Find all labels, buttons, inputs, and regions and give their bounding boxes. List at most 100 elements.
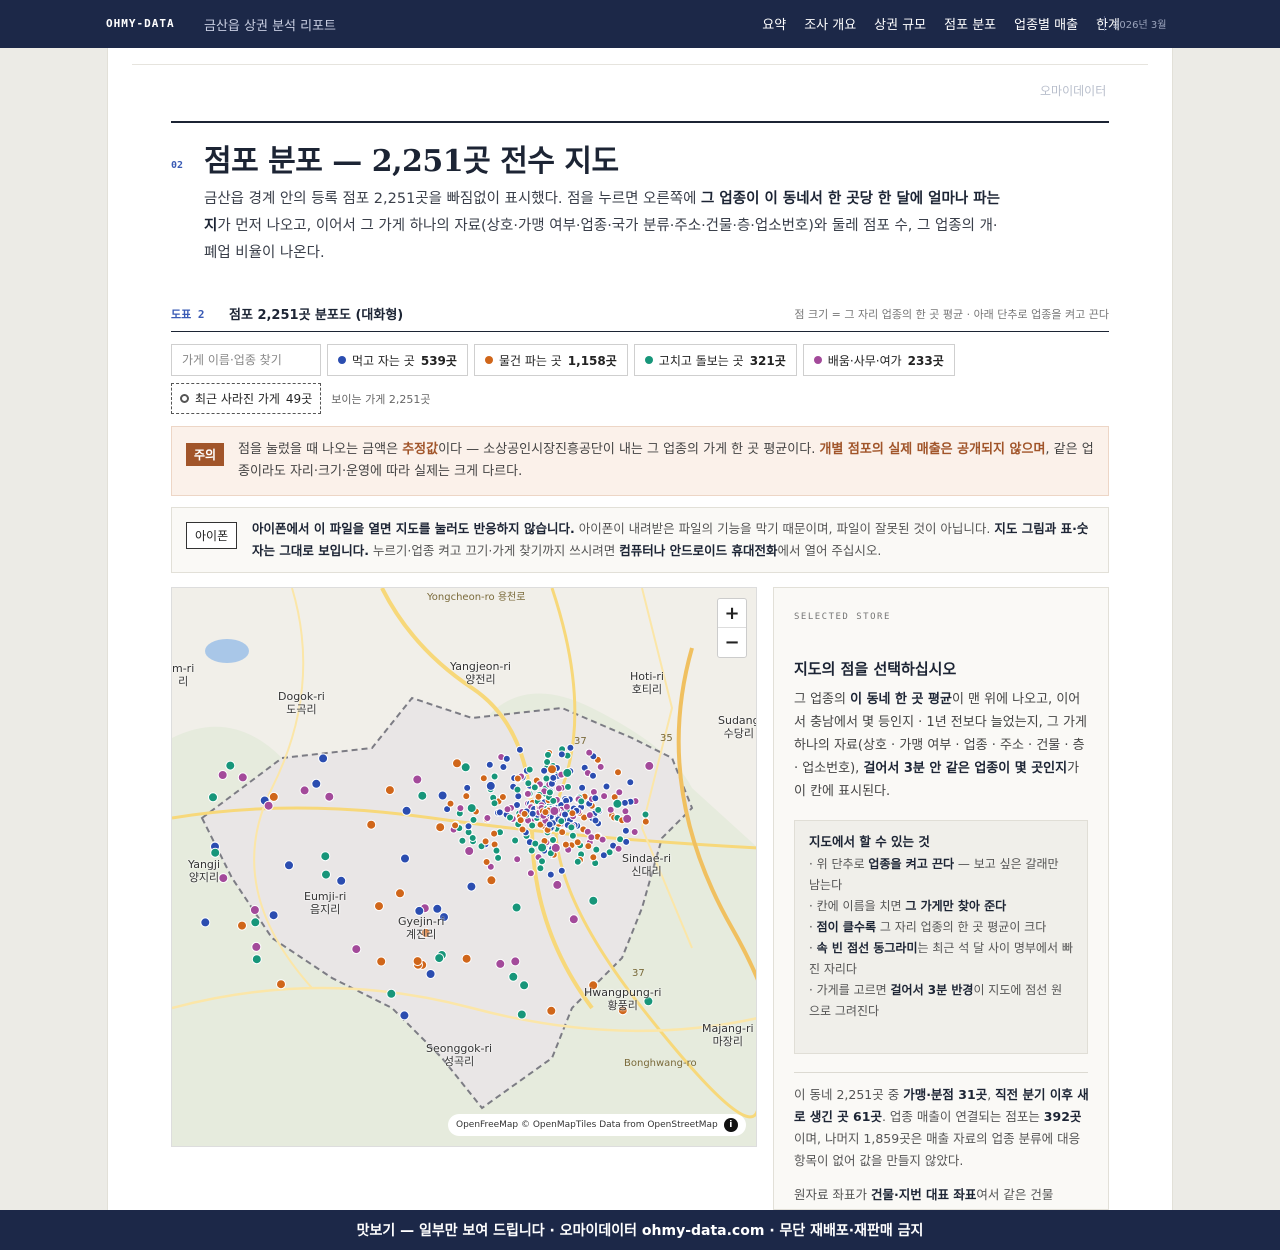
store-dot[interactable] [541,808,550,817]
store-dot[interactable] [508,971,519,982]
store-dot[interactable] [641,817,650,826]
store-dot[interactable] [299,785,310,796]
store-dot[interactable] [495,808,504,817]
store-dot[interactable] [599,851,608,860]
store-dot[interactable] [486,875,497,886]
store-dot[interactable] [249,905,260,915]
closed-stores-toggle[interactable]: 최근 사라진 가게 49곳 [171,383,322,414]
nav-link-overview[interactable]: 조사 개요 [804,14,856,33]
store-dot[interactable] [549,796,558,805]
store-dot[interactable] [251,954,262,965]
store-dot[interactable] [468,834,477,842]
store-dot[interactable] [568,914,579,925]
store-dot[interactable] [515,745,524,754]
nav-link-distribution[interactable]: 점포 분포 [944,14,996,33]
store-dot[interactable] [502,754,511,763]
store-dot[interactable] [528,821,537,830]
store-dot[interactable] [208,792,218,803]
category-toggle-service[interactable]: 고치고 돌보는 곳 321곳 [633,344,797,376]
store-dot[interactable] [494,853,503,862]
store-dot[interactable] [550,842,561,853]
store-dot[interactable] [506,813,514,822]
store-dot[interactable] [513,785,522,794]
store-dot[interactable] [549,806,560,816]
store-dot[interactable] [464,822,473,831]
store-dot[interactable] [587,833,596,842]
store-dot[interactable] [225,760,236,771]
store-dot[interactable] [401,805,412,816]
store-dot[interactable] [464,846,475,856]
store-dot[interactable] [320,851,331,862]
nav-link-summary[interactable]: 요약 [762,14,786,33]
store-dot[interactable] [589,771,597,780]
store-dot[interactable] [451,821,460,830]
store-dot[interactable] [462,792,471,801]
store-dot[interactable] [641,810,650,819]
store-dot[interactable] [400,853,410,864]
store-dot[interactable] [479,774,488,783]
store-dot[interactable] [503,805,512,814]
nav-link-sales[interactable]: 업종별 매출 [1014,14,1078,33]
store-dot[interactable] [412,774,423,785]
store-dot[interactable] [490,799,499,808]
store-dot[interactable] [437,790,448,801]
store-dot[interactable] [577,797,586,806]
store-dot[interactable] [523,789,532,798]
store-dot[interactable] [434,953,445,964]
store-dot[interactable] [588,895,599,906]
store-dot[interactable] [621,807,630,816]
store-dot[interactable] [432,903,443,914]
store-dot[interactable] [513,774,522,783]
store-dot[interactable] [589,853,598,862]
search-input[interactable] [171,344,321,376]
store-dot[interactable] [621,826,630,835]
store-dot[interactable] [321,869,331,880]
store-map[interactable]: Yongcheon-ro 용천로 37 35 37 Bonghwang-ro Y… [171,587,757,1147]
store-dot[interactable] [591,816,600,825]
store-dot[interactable] [250,917,261,928]
store-dot[interactable] [537,842,548,853]
store-dot[interactable] [524,779,533,788]
store-dot[interactable] [557,750,566,759]
brand-logo[interactable]: OHMY-DATA [106,17,175,30]
nav-link-scale[interactable]: 상권 규모 [874,14,926,33]
store-dot[interactable] [545,788,554,797]
store-dot[interactable] [526,869,535,878]
zoom-in-button[interactable]: + [718,599,746,628]
store-dot[interactable] [463,783,472,792]
store-dot[interactable] [536,864,545,873]
store-dot[interactable] [499,763,508,771]
store-dot[interactable] [561,810,569,819]
store-dot[interactable] [591,794,600,803]
store-dot[interactable] [622,837,631,846]
store-dot[interactable] [602,782,611,791]
store-dot[interactable] [510,956,521,967]
store-dot[interactable] [516,816,525,825]
store-dot[interactable] [594,805,603,814]
store-dot[interactable] [485,760,494,769]
store-dot[interactable] [592,845,601,854]
store-dot[interactable] [573,857,582,866]
store-dot[interactable] [324,791,335,802]
category-toggle-food[interactable]: 먹고 자는 곳 539곳 [327,344,468,376]
store-dot[interactable] [516,1009,527,1020]
category-toggle-retail[interactable]: 물건 파는 곳 1,158곳 [473,344,628,376]
store-dot[interactable] [546,870,555,879]
store-dot[interactable] [578,783,587,792]
store-dot[interactable] [644,760,655,771]
store-dot[interactable] [557,866,566,875]
zoom-out-button[interactable]: − [718,628,746,657]
store-dot[interactable] [562,802,571,811]
store-dot[interactable] [626,778,635,787]
store-dot[interactable] [554,784,563,793]
store-dot[interactable] [284,860,294,871]
store-dot[interactable] [542,774,551,783]
store-dot[interactable] [513,855,522,864]
store-dot[interactable] [366,819,377,830]
store-dot[interactable] [598,835,607,844]
store-dot[interactable] [561,840,570,849]
store-dot[interactable] [218,873,229,884]
store-dot[interactable] [606,805,615,814]
store-dot[interactable] [495,958,506,969]
store-dot[interactable] [251,941,262,952]
